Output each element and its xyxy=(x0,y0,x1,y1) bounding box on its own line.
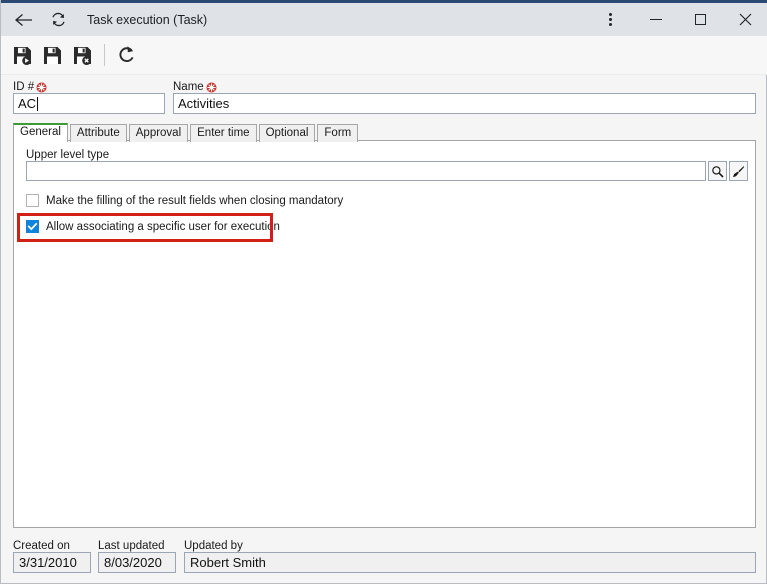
checkbox-label: Make the filling of the result fields wh… xyxy=(46,194,344,207)
updated-by-label: Updated by xyxy=(184,540,243,552)
title-bar: Task execution (Task) xyxy=(1,3,767,36)
upper-level-type-label: Upper level type xyxy=(26,149,110,161)
application-window: Task execution (Task) ID # AC Name Activ… xyxy=(0,0,767,584)
required-marker-icon xyxy=(36,82,47,93)
general-tab-panel: Upper level type Make the filling of the… xyxy=(13,140,756,528)
ellipsis-dots xyxy=(609,13,612,26)
created-on-input[interactable]: 3/31/2010 xyxy=(13,552,91,573)
upper-level-type-input[interactable] xyxy=(26,161,706,181)
checkbox-row-mandatory-result-fields[interactable]: Make the filling of the result fields wh… xyxy=(26,194,343,207)
id-input-value: AC xyxy=(18,95,37,111)
tab-bar: General Attribute Approval Enter time Op… xyxy=(13,123,360,142)
name-input[interactable]: Activities xyxy=(173,93,756,114)
checkbox-label: Allow associating a specific user for ex… xyxy=(46,220,280,233)
tab-form[interactable]: Form xyxy=(317,124,359,142)
last-updated-label: Last updated xyxy=(98,540,165,552)
checkbox-checked-icon[interactable] xyxy=(26,220,39,233)
save-new-icon[interactable] xyxy=(7,40,37,70)
checkbox-row-allow-specific-user[interactable]: Allow associating a specific user for ex… xyxy=(26,220,280,233)
close-icon[interactable] xyxy=(723,3,767,36)
header-fields: ID # AC Name Activities xyxy=(1,78,767,116)
toolbar-separator xyxy=(104,44,105,66)
brush-icon[interactable] xyxy=(729,161,748,181)
text-caret xyxy=(37,96,39,111)
id-input[interactable]: AC xyxy=(13,93,165,114)
refresh-button[interactable] xyxy=(112,40,142,70)
minimize-icon[interactable] xyxy=(633,3,678,36)
name-input-value: Activities xyxy=(178,95,230,111)
more-options-icon[interactable] xyxy=(588,3,633,36)
footer-metadata: Created on 3/31/2010 Last updated 8/03/2… xyxy=(1,536,767,584)
created-on-label: Created on xyxy=(13,540,70,552)
window-title: Task execution (Task) xyxy=(87,12,208,27)
save-icon[interactable] xyxy=(37,40,67,70)
updated-by-input[interactable]: Robert Smith xyxy=(184,552,756,573)
required-marker-icon xyxy=(206,82,217,93)
tab-optional[interactable]: Optional xyxy=(258,124,316,142)
back-arrow-icon[interactable] xyxy=(7,3,41,36)
tab-enter-time[interactable]: Enter time xyxy=(190,124,257,142)
refresh-icon[interactable] xyxy=(41,3,75,36)
tab-approval[interactable]: Approval xyxy=(128,124,189,142)
last-updated-input[interactable]: 8/03/2020 xyxy=(98,552,176,573)
toolbar xyxy=(1,36,767,75)
magnifier-icon[interactable] xyxy=(708,161,727,181)
maximize-icon[interactable] xyxy=(678,3,723,36)
checkbox-unchecked-icon[interactable] xyxy=(26,194,39,207)
window-controls xyxy=(588,3,767,36)
upper-level-type-row xyxy=(26,161,748,181)
tab-attribute[interactable]: Attribute xyxy=(69,124,127,142)
tab-general[interactable]: General xyxy=(13,123,68,142)
save-close-icon[interactable] xyxy=(67,40,97,70)
